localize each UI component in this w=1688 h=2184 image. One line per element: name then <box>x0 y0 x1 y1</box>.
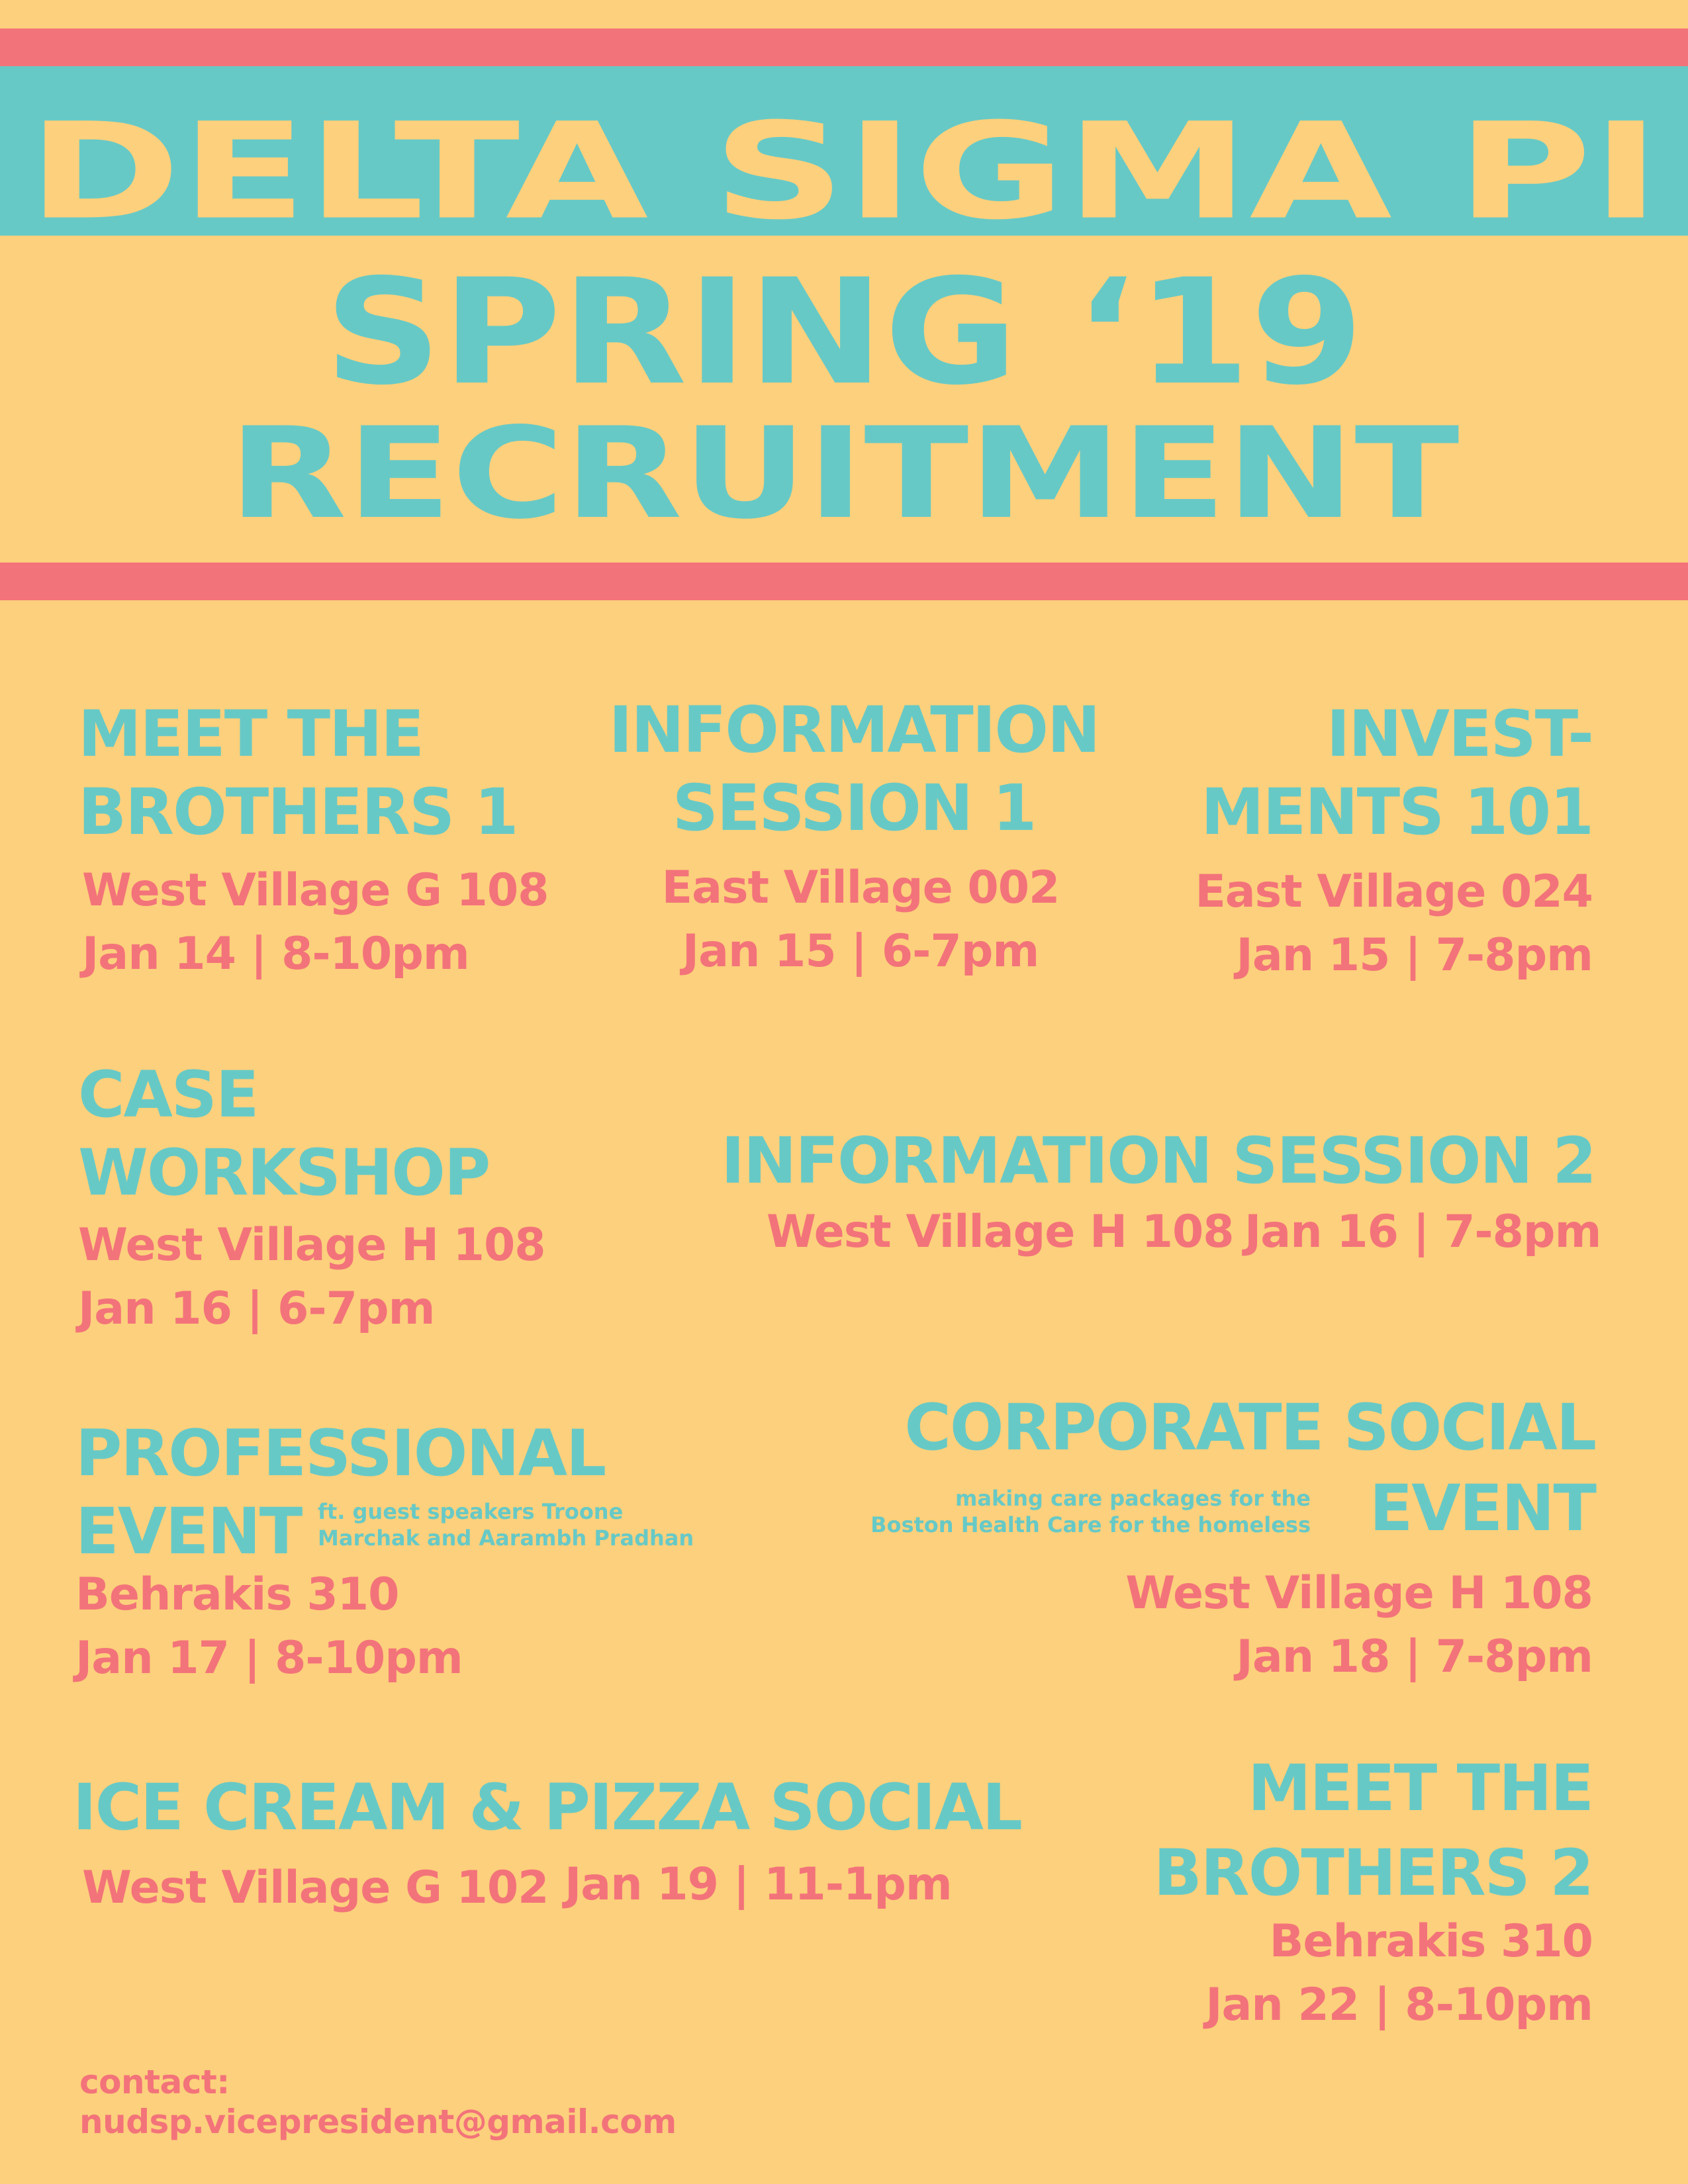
event-location: East Village 002 <box>661 862 1060 914</box>
event-title: MEET THE BROTHERS 2 <box>1059 1746 1594 1915</box>
event-title: ICE CREAM & PIZZA SOCIAL <box>73 1770 1023 1844</box>
event-title: INFORMATION SESSION 1 <box>569 691 1139 847</box>
event-title: INVEST- MENTS 101 <box>1059 695 1594 851</box>
event-time: Jan 14 | 8-10pm <box>82 928 470 980</box>
event-time: Jan 15 | 7-8pm <box>1236 929 1593 981</box>
event-title-line: MENTS 101 <box>1201 775 1594 849</box>
season-title: SPRING ‘19 <box>324 248 1364 417</box>
event-time: Jan 16 | 6-7pm <box>78 1283 435 1335</box>
contact-email[interactable]: nudsp.vicepresident@gmail.com <box>79 2102 677 2142</box>
event-note-line: making care packages for the <box>955 1486 1311 1511</box>
event-title-line: MEET THE <box>1248 1751 1594 1825</box>
event-location: West Village H 108 <box>767 1206 1235 1258</box>
recruitment-title: RECRUITMENT <box>228 400 1460 547</box>
event-details: West Village H 108 Jan 18 | 7-8pm <box>993 1562 1593 1689</box>
event-time: Jan 22 | 8-10pm <box>1205 1979 1593 2031</box>
event-title-line: BROTHERS 1 <box>78 775 518 849</box>
event-title-line: CORPORATE SOCIAL <box>904 1390 1597 1465</box>
event-location: West Village H 108 <box>78 1219 546 1271</box>
event-location: West Village G 102 <box>82 1862 549 1914</box>
event-time: Jan 19 | 11-1pm <box>565 1858 953 1911</box>
event-title: MEET THE BROTHERS 1 <box>78 695 518 851</box>
event-time: Jan 15 | 6-7pm <box>682 925 1039 978</box>
event-details: West Village H 108 Jan 16 | 6-7pm <box>78 1214 546 1341</box>
contact-block: contact: nudsp.vicepresident@gmail.com <box>79 2062 677 2142</box>
event-time: Jan 18 | 7-8pm <box>1236 1631 1593 1683</box>
event-time: Jan 17 | 8-10pm <box>75 1632 463 1684</box>
top-stripe <box>0 28 1688 66</box>
event-title-line: WORKSHOP <box>78 1136 491 1210</box>
event-title-line: INFORMATION <box>608 693 1101 767</box>
event-location: East Village 024 <box>1195 866 1593 918</box>
event-title-line: EVENT <box>75 1494 303 1569</box>
contact-label: contact: <box>79 2063 230 2101</box>
event-details: West Village G 108 Jan 14 | 8-10pm <box>82 859 549 986</box>
event-location: Behrakis 310 <box>1269 1915 1593 1968</box>
org-title: DELTA SIGMA PI <box>27 95 1661 250</box>
event-title-line: MEET THE <box>78 697 424 771</box>
event-note: ft. guest speakers Troone Marchak and Aa… <box>318 1498 694 1551</box>
event-details: Behrakis 310 Jan 17 | 8-10pm <box>75 1563 463 1690</box>
event-title-line: PROFESSIONAL <box>75 1416 606 1490</box>
event-title-line: SESSION 1 <box>672 771 1037 845</box>
event-details: East Village 024 Jan 15 | 7-8pm <box>1059 860 1593 987</box>
event-title-line: INVEST- <box>1326 697 1594 771</box>
event-note: making care packages for the Boston Heal… <box>794 1485 1311 1538</box>
event-title: CASE WORKSHOP <box>78 1056 491 1212</box>
event-title-line: EVENT <box>1369 1471 1597 1545</box>
event-location: Behrakis 310 <box>75 1569 399 1621</box>
event-title: INFORMATION SESSION 2 <box>721 1124 1597 1198</box>
event-title-line: CASE <box>78 1058 259 1132</box>
event-note-line: ft. guest speakers Troone <box>318 1499 624 1524</box>
event-details: East Village 002 Jan 15 | 6-7pm <box>589 856 1132 983</box>
bottom-stripe <box>0 563 1688 600</box>
event-time: Jan 16 | 7-8pm <box>1244 1206 1601 1258</box>
event-details: Behrakis 310 Jan 22 | 8-10pm <box>1059 1910 1593 2037</box>
event-location: West Village G 108 <box>82 864 549 917</box>
event-title-line: BROTHERS 2 <box>1153 1836 1594 1910</box>
event-location: West Village H 108 <box>1125 1567 1593 1619</box>
event-note-line: Boston Health Care for the homeless <box>870 1512 1311 1537</box>
event-note-line: Marchak and Aarambh Pradhan <box>318 1525 694 1551</box>
